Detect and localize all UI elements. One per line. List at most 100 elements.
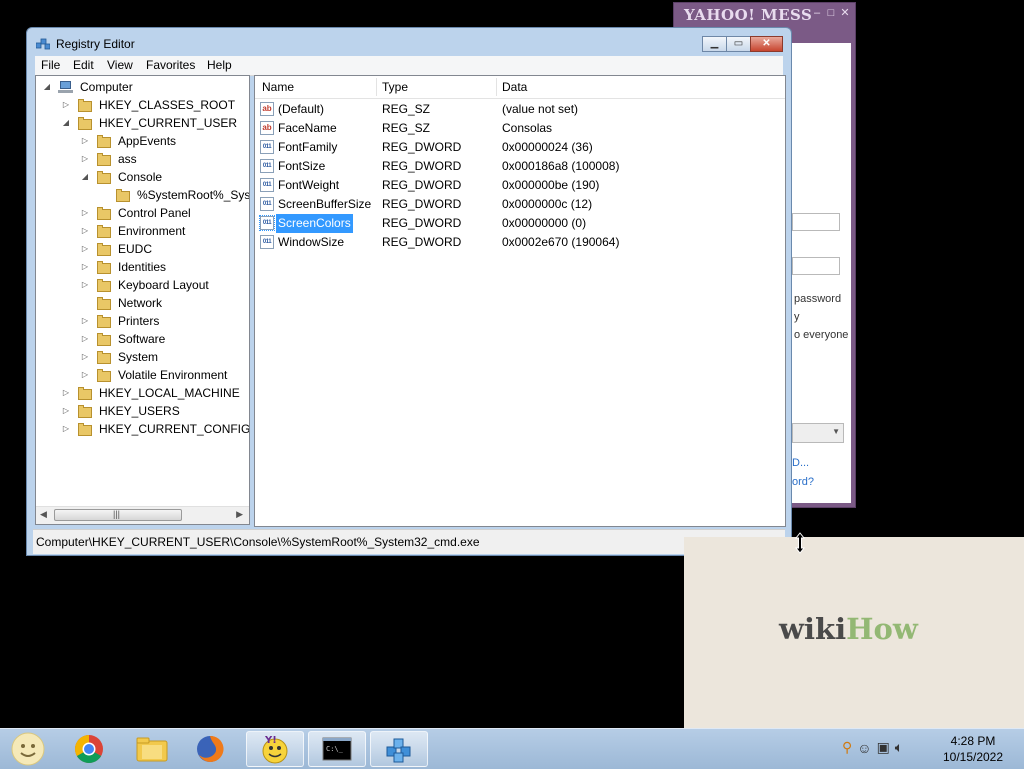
value-row-fontweight[interactable]: 011 FontWeight REG_DWORD 0x000000be (190…: [255, 176, 785, 195]
value-row-screencolors[interactable]: 011 ScreenColors REG_DWORD 0x00000000 (0…: [255, 214, 785, 233]
messenger-tray-icon[interactable]: ☺: [857, 740, 871, 756]
folder-icon: [97, 243, 112, 256]
value-row-fontfamily[interactable]: 011 FontFamily REG_DWORD 0x00000024 (36): [255, 138, 785, 157]
menu-file[interactable]: File: [41, 58, 60, 72]
tree-node-hkcc[interactable]: ▷ HKEY_CURRENT_CONFIG: [36, 420, 249, 438]
folder-icon: [78, 405, 93, 418]
yahoo-password-field[interactable]: [792, 257, 840, 275]
expand-icon[interactable]: ▷: [61, 384, 71, 402]
value-row-default[interactable]: ab (Default) REG_SZ (value not set): [255, 100, 785, 119]
expand-icon[interactable]: ▷: [80, 366, 90, 384]
yahoo-signup-link[interactable]: D...: [792, 457, 809, 469]
tree-node-console[interactable]: ◢ Console: [36, 168, 249, 186]
collapse-icon[interactable]: ◢: [80, 168, 90, 186]
tree-node-ass[interactable]: ▷ ass: [36, 150, 249, 168]
tree-node-eudc[interactable]: ▷ EUDC: [36, 240, 249, 258]
tree-node-software[interactable]: ▷ Software: [36, 330, 249, 348]
folder-icon: [97, 153, 112, 166]
tree-node-cmd-exe[interactable]: %SystemRoot%_System32_cmd.exe: [36, 186, 249, 204]
close-button[interactable]: ✕: [750, 36, 783, 52]
expand-icon[interactable]: ▷: [80, 276, 90, 294]
expand-icon[interactable]: ▷: [80, 330, 90, 348]
title-bar[interactable]: Registry Editor ▁ ▭ ✕: [27, 28, 791, 58]
clock[interactable]: 4:28 PM 10/15/2022: [938, 733, 1008, 765]
scroll-right-icon[interactable]: ▶: [236, 509, 243, 520]
column-data[interactable]: Data: [502, 80, 527, 94]
search-icon[interactable]: ⚲: [842, 739, 852, 756]
minimize-button[interactable]: ▁: [702, 36, 727, 52]
expand-icon[interactable]: ▷: [80, 240, 90, 258]
minimize-icon[interactable]: –: [811, 7, 823, 19]
expand-icon[interactable]: ▷: [61, 96, 71, 114]
tree-node-identities[interactable]: ▷ Identities: [36, 258, 249, 276]
column-divider[interactable]: [496, 78, 497, 96]
collapse-icon[interactable]: ◢: [42, 78, 52, 96]
tree-node-volatile-environment[interactable]: ▷ Volatile Environment: [36, 366, 249, 384]
dword-value-icon: 011: [260, 197, 274, 211]
scrollbar-thumb[interactable]: |||: [54, 509, 182, 521]
yahoo-status-select[interactable]: [792, 423, 844, 443]
taskbar-command-prompt[interactable]: C:\_: [308, 731, 366, 767]
tree-horizontal-scrollbar[interactable]: ◀ ||| ▶: [36, 506, 249, 524]
column-type[interactable]: Type: [382, 80, 408, 94]
expand-icon[interactable]: ▷: [80, 222, 90, 240]
expand-icon[interactable]: ▷: [80, 150, 90, 168]
registry-editor-icon: [36, 38, 50, 50]
svg-text:C:\_: C:\_: [326, 745, 344, 753]
tree-node-hklm[interactable]: ▷ HKEY_LOCAL_MACHINE: [36, 384, 249, 402]
tree-node-printers[interactable]: ▷ Printers: [36, 312, 249, 330]
expand-icon[interactable]: ▷: [80, 258, 90, 276]
close-icon[interactable]: ✕: [839, 7, 851, 19]
scroll-left-icon[interactable]: ◀: [40, 509, 47, 520]
tree-node-hkcr[interactable]: ▷ HKEY_CLASSES_ROOT: [36, 96, 249, 114]
yahoo-id-field[interactable]: [792, 213, 840, 231]
folder-icon: [116, 189, 131, 202]
expand-icon[interactable]: ▷: [61, 420, 71, 438]
dword-value-icon: 011: [260, 159, 274, 173]
key-tree[interactable]: ◢ Computer ▷ HKEY_CLASSES_ROOT ◢ HKEY_CU…: [35, 75, 250, 525]
tree-node-hku[interactable]: ▷ HKEY_USERS: [36, 402, 249, 420]
menu-edit[interactable]: Edit: [73, 58, 94, 72]
taskbar-firefox[interactable]: [184, 731, 236, 767]
collapse-icon[interactable]: ◢: [61, 114, 71, 132]
volume-icon[interactable]: 🔈︎: [895, 739, 903, 756]
value-row-windowsize[interactable]: 011 WindowSize REG_DWORD 0x0002e670 (190…: [255, 233, 785, 252]
value-row-facename[interactable]: ab FaceName REG_SZ Consolas: [255, 119, 785, 138]
column-name[interactable]: Name: [262, 80, 294, 94]
column-divider[interactable]: [376, 78, 377, 96]
menu-view[interactable]: View: [107, 58, 133, 72]
wikihow-watermark: wikiHow: [684, 537, 1024, 728]
network-icon[interactable]: ▣: [877, 739, 890, 756]
tree-node-keyboard-layout[interactable]: ▷ Keyboard Layout: [36, 276, 249, 294]
tree-node-network[interactable]: Network: [36, 294, 249, 312]
taskbar-chrome[interactable]: [66, 731, 112, 767]
menu-favorites[interactable]: Favorites: [146, 58, 195, 72]
folder-icon: [78, 423, 93, 436]
taskbar-explorer[interactable]: [124, 731, 180, 767]
folder-icon: [97, 279, 112, 292]
taskbar-registry-editor[interactable]: [370, 731, 428, 767]
tree-node-system[interactable]: ▷ System: [36, 348, 249, 366]
window-controls: ▁ ▭ ✕: [702, 36, 783, 52]
yahoo-forgot-link[interactable]: ord?: [792, 476, 814, 488]
maximize-icon[interactable]: □: [825, 7, 837, 19]
value-row-fontsize[interactable]: 011 FontSize REG_DWORD 0x000186a8 (10000…: [255, 157, 785, 176]
expand-icon[interactable]: ▷: [80, 312, 90, 330]
value-row-screenbuffersize[interactable]: 011 ScreenBufferSize REG_DWORD 0x0000000…: [255, 195, 785, 214]
expand-icon[interactable]: ▷: [80, 132, 90, 150]
maximize-button[interactable]: ▭: [726, 36, 751, 52]
yahoo-visibility-label: o everyone: [794, 329, 849, 341]
menu-help[interactable]: Help: [207, 58, 232, 72]
start-button[interactable]: [6, 731, 50, 767]
tree-node-computer[interactable]: ◢ Computer: [36, 78, 249, 96]
tree-node-environment[interactable]: ▷ Environment: [36, 222, 249, 240]
values-list[interactable]: Name Type Data ab (Default) REG_SZ (valu…: [254, 75, 786, 527]
expand-icon[interactable]: ▷: [80, 204, 90, 222]
expand-icon[interactable]: ▷: [61, 402, 71, 420]
expand-icon[interactable]: ▷: [80, 348, 90, 366]
registry-editor-window[interactable]: Registry Editor ▁ ▭ ✕ File Edit View Fav…: [26, 27, 792, 556]
tree-node-appevents[interactable]: ▷ AppEvents: [36, 132, 249, 150]
tree-node-control-panel[interactable]: ▷ Control Panel: [36, 204, 249, 222]
tree-node-hkcu[interactable]: ◢ HKEY_CURRENT_USER: [36, 114, 249, 132]
taskbar-yahoo-messenger[interactable]: Y!: [246, 731, 304, 767]
